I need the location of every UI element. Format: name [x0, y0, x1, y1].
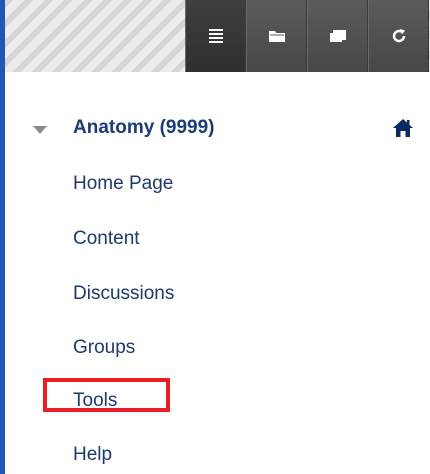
tools-highlight-box: [43, 378, 170, 412]
home-icon[interactable]: [392, 118, 414, 143]
course-title[interactable]: Anatomy (9999): [73, 117, 215, 139]
nav-item-content[interactable]: Content: [73, 228, 140, 250]
nav-item-groups[interactable]: Groups: [73, 337, 135, 359]
refresh-icon: [391, 28, 407, 44]
folder-icon: [268, 29, 286, 43]
refresh-button[interactable]: [368, 0, 429, 72]
course-menu-toolbar: [5, 0, 430, 72]
course-header[interactable]: Anatomy (9999): [0, 114, 430, 144]
nav-item-discussions[interactable]: Discussions: [73, 283, 174, 305]
window-view-button[interactable]: [307, 0, 368, 72]
list-icon: [208, 28, 224, 44]
window-icon: [329, 29, 347, 43]
collapse-triangle-icon[interactable]: [33, 126, 47, 134]
nav-item-home-page[interactable]: Home Page: [73, 173, 173, 195]
toolbar-button-group: [185, 0, 430, 72]
folder-view-button[interactable]: [246, 0, 307, 72]
nav-item-help[interactable]: Help: [73, 444, 112, 466]
list-view-button[interactable]: [185, 0, 246, 72]
